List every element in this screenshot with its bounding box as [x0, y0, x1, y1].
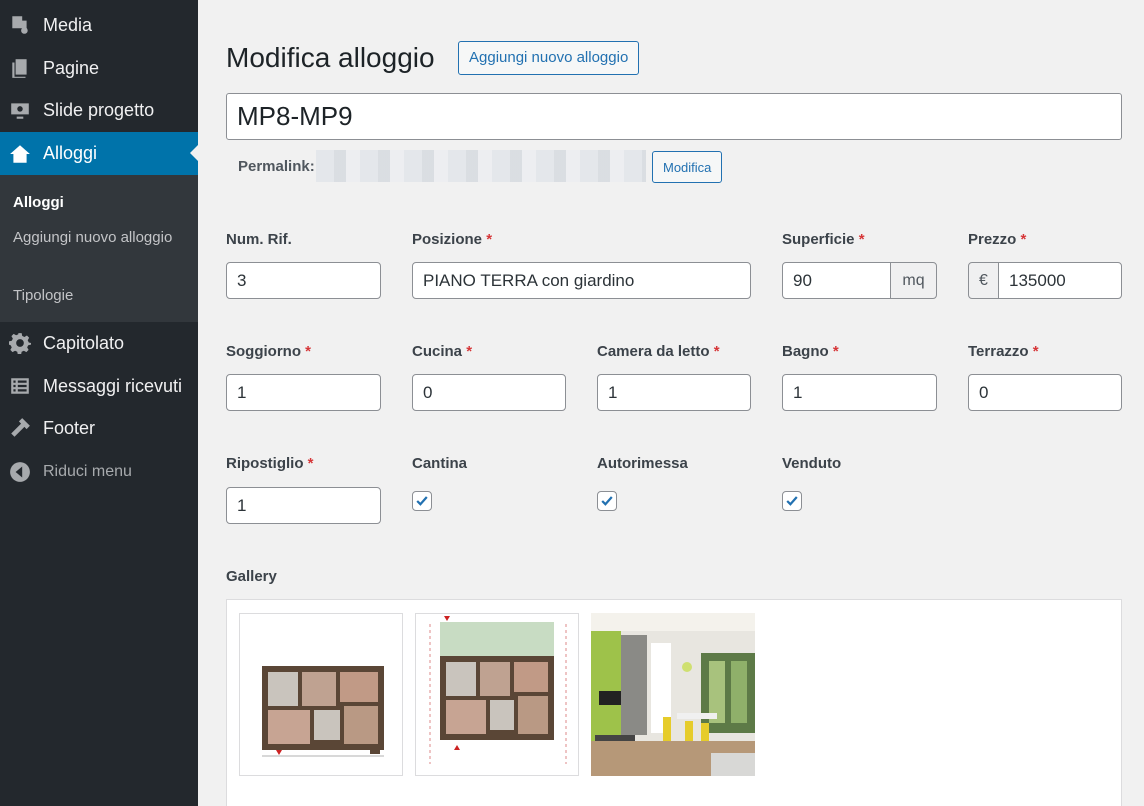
permalink-edit-button[interactable]: Modifica [652, 151, 723, 183]
required-mark: * [713, 343, 720, 360]
sidebar-item-label: Pagine [43, 57, 100, 78]
ripostiglio-label-text: Ripostiglio [226, 455, 304, 472]
list-icon [8, 374, 32, 398]
camera-label: Camera da letto * [597, 343, 720, 360]
venduto-checkbox[interactable] [782, 491, 802, 511]
alloggi-submenu: Alloggi Aggiungi nuovo alloggio Tipologi… [0, 175, 198, 322]
checkmark-icon [601, 496, 613, 506]
edit-alloggio-page: Modifica alloggio Aggiungi nuovo alloggi… [198, 0, 1144, 806]
prezzo-label-text: Prezzo [968, 231, 1017, 248]
ripostiglio-label: Ripostiglio * [226, 455, 314, 472]
pages-icon [8, 56, 32, 80]
sidebar-item-messaggi[interactable]: Messaggi ricevuti [0, 365, 198, 407]
required-mark: * [307, 455, 314, 472]
superficie-input[interactable]: 90 [782, 262, 891, 299]
required-mark: * [466, 343, 473, 360]
media-icon [8, 13, 32, 37]
sidebar-item-label: Slide progetto [43, 99, 155, 120]
sidebar-item-footer[interactable]: Footer [0, 407, 198, 449]
num-rif-label-text: Num. Rif. [226, 231, 292, 248]
submenu-item-tipologie[interactable]: Tipologie [13, 284, 183, 307]
sidebar-item-pages[interactable]: Pagine [0, 47, 198, 89]
sidebar-item-label: Messaggi ricevuti [43, 375, 183, 396]
terrazzo-label-text: Terrazzo [968, 343, 1029, 360]
posizione-label-text: Posizione [412, 231, 483, 248]
bagno-label-text: Bagno [782, 343, 829, 360]
ripostiglio-input[interactable]: 1 [226, 487, 381, 524]
superficie-unit-addon: mq [890, 262, 937, 299]
submenu-item-add-new[interactable]: Aggiungi nuovo alloggio [13, 226, 183, 249]
sidebar-item-media[interactable]: Media [0, 4, 198, 46]
floorplan-image[interactable] [239, 613, 403, 776]
bagno-label: Bagno * [782, 343, 839, 360]
sidebar-item-alloggi[interactable]: Alloggi [0, 132, 198, 175]
living-room-render-image[interactable] [591, 613, 755, 776]
gallery-label: Gallery [226, 568, 277, 585]
checkmark-icon [416, 496, 428, 506]
autorimessa-checkbox[interactable] [597, 491, 617, 511]
sidebar-item-slides[interactable]: Slide progetto [0, 89, 198, 131]
superficie-label-text: Superficie [782, 231, 855, 248]
cantina-label: Cantina [412, 455, 468, 472]
prezzo-label: Prezzo * [968, 231, 1026, 248]
required-mark: * [486, 231, 493, 248]
gallery-box [226, 599, 1122, 806]
checkmark-icon [786, 496, 798, 506]
cucina-label: Cucina * [412, 343, 472, 360]
gear-icon [8, 331, 32, 355]
floorplan-garden-image[interactable] [415, 613, 579, 776]
num-rif-input[interactable]: 3 [226, 262, 381, 299]
required-mark: * [858, 231, 865, 248]
sidebar-item-label: Alloggi [43, 143, 98, 163]
soggiorno-label-text: Soggiorno [226, 343, 301, 360]
sidebar-item-label: Capitolato [43, 332, 125, 353]
superficie-label: Superficie * [782, 231, 865, 248]
permalink-label: Permalink: [238, 158, 315, 175]
cantina-checkbox[interactable] [412, 491, 432, 511]
bagno-input[interactable]: 1 [782, 374, 937, 411]
houses-icon [8, 142, 32, 166]
sidebar-item-label: Media [43, 14, 93, 35]
collapse-menu-button[interactable]: Riduci menu [0, 451, 198, 493]
required-mark: * [305, 343, 312, 360]
soggiorno-input[interactable]: 1 [226, 374, 381, 411]
slides-icon [8, 98, 32, 122]
required-mark: * [1020, 231, 1027, 248]
page-title: Modifica alloggio [226, 42, 435, 73]
submenu-item-alloggi[interactable]: Alloggi [13, 191, 183, 214]
cucina-input[interactable]: 0 [412, 374, 566, 411]
sidebar-item-label: Footer [43, 417, 96, 438]
camera-input[interactable]: 1 [597, 374, 751, 411]
autorimessa-label: Autorimessa [597, 455, 688, 472]
admin-sidebar: Media Pagine Slide progetto Alloggi Allo… [0, 0, 198, 806]
soggiorno-label: Soggiorno * [226, 343, 311, 360]
collapse-arrow-icon [8, 460, 32, 484]
permalink-url-redacted[interactable] [316, 150, 646, 182]
terrazzo-label: Terrazzo * [968, 343, 1039, 360]
hammer-icon [8, 416, 32, 440]
num-rif-label: Num. Rif. [226, 231, 292, 248]
sidebar-item-capitolato[interactable]: Capitolato [0, 322, 198, 364]
terrazzo-input[interactable]: 0 [968, 374, 1122, 411]
add-new-alloggio-button[interactable]: Aggiungi nuovo alloggio [458, 41, 640, 75]
prezzo-input[interactable]: 135000 [998, 262, 1122, 299]
cucina-label-text: Cucina [412, 343, 463, 360]
prezzo-currency-addon: € [968, 262, 999, 299]
post-title-input[interactable]: MP8-MP9 [226, 93, 1122, 140]
posizione-input[interactable]: PIANO TERRA con giardino [412, 262, 751, 299]
required-mark: * [832, 343, 839, 360]
venduto-label: Venduto [782, 455, 842, 472]
camera-label-text: Camera da letto [597, 343, 710, 360]
posizione-label: Posizione * [412, 231, 492, 248]
required-mark: * [1032, 343, 1039, 360]
collapse-menu-label: Riduci menu [43, 463, 132, 480]
